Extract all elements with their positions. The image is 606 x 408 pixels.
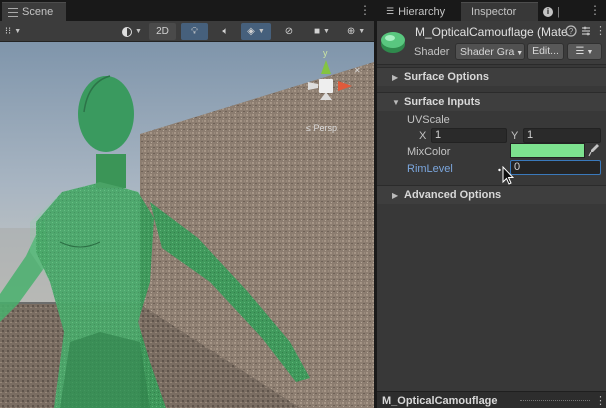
mixcolor-label: MixColor <box>407 146 451 158</box>
foldout-surface-inputs-label: Surface Inputs <box>404 96 481 108</box>
eyedropper-icon[interactable] <box>588 143 600 157</box>
grid-icon <box>8 7 18 17</box>
tab-inspector-label: Inspector <box>471 6 517 18</box>
shader-edit-button[interactable]: Edit... <box>527 43 564 60</box>
scene-viewport[interactable]: y ✕ ≤ Persp <box>0 42 374 408</box>
tab-scene-label: Scene <box>22 6 54 18</box>
globe-icon: ⊕ <box>346 26 356 37</box>
camera-icon: ■ <box>314 26 321 37</box>
mixcolor-color-field[interactable] <box>510 143 585 158</box>
scene-panel: Scene ⋮ ⁝⁝ ▼ ▼ 2D 💡︎ 🔈︎ ◈ ▼ ⊘ ■ ▼ ⊕ ▼ y … <box>0 0 374 408</box>
chevron-down-icon: ▼ <box>516 50 524 57</box>
scene-render[interactable]: y ✕ ≤ Persp <box>0 42 374 408</box>
list-icon: ☰ <box>386 6 395 16</box>
material-preview-icon <box>381 32 405 53</box>
scene-kebab-menu-icon[interactable]: ⋮ <box>359 4 371 16</box>
foldout-surface-options[interactable]: ▶ Surface Options <box>377 67 606 86</box>
foldout-surface-inputs[interactable]: ▼ Surface Inputs <box>377 92 606 111</box>
uvscale-x-label[interactable]: X <box>419 130 426 142</box>
uvscale-y-field[interactable]: 1 <box>523 128 601 143</box>
shader-list-button[interactable]: ☰ ▼ <box>567 43 602 60</box>
foldout-advanced-options-label: Advanced Options <box>404 189 502 201</box>
chevron-down-icon: ▼ <box>358 28 366 35</box>
material-kebab-menu-icon[interactable]: ⋮ <box>595 24 606 37</box>
toggle-2d-label: 2D <box>156 26 169 37</box>
tab-extra[interactable]: i | <box>537 2 569 21</box>
info-circle-icon: i <box>543 6 553 17</box>
inspector-bottom-bar: M_OpticalCamouflage ⋮ <box>377 391 606 408</box>
rimlevel-field[interactable]: 0 <box>510 160 601 175</box>
tab-scene[interactable]: Scene <box>2 2 66 21</box>
svg-text:?: ? <box>569 27 574 36</box>
foldout-surface-options-label: Surface Options <box>404 71 489 83</box>
tab-hierarchy-label: Hierarchy <box>398 5 446 18</box>
shader-dropdown[interactable]: Shader Gra ▼ <box>455 43 525 60</box>
dots-icon: ⁝⁝ <box>4 26 12 37</box>
scene-view-options-button[interactable]: ⁝⁝ ▼ <box>0 23 26 40</box>
resize-grip[interactable] <box>520 400 590 401</box>
uvscale-y-label[interactable]: Y <box>511 130 518 142</box>
gizmo-center-cube[interactable] <box>319 79 333 93</box>
inspector-panel: ☰ Hierarchy Inspector i | ⋮ M_OpticalCam… <box>377 0 606 408</box>
toggle-2d-button[interactable]: 2D <box>149 23 176 40</box>
layers-icon: ◈ <box>247 26 255 37</box>
camera-settings-button[interactable]: ■ ▼ <box>307 23 337 40</box>
tab-inspector[interactable]: Inspector <box>461 2 538 21</box>
effects-toggle-button[interactable]: ◈ ▼ <box>241 23 271 40</box>
gizmo-y-label: y <box>323 48 328 58</box>
material-name: M_OpticalCamouflage (Mate <box>415 25 568 39</box>
expanded-arrow-icon: ▼ <box>392 97 400 107</box>
shading-mode-icon <box>122 26 133 37</box>
chevron-down-icon: ▼ <box>257 28 265 35</box>
chevron-down-icon: ▼ <box>135 28 142 35</box>
scene-tab-bar: Scene ⋮ <box>0 0 374 21</box>
preset-icon[interactable] <box>580 25 592 37</box>
gizmo-projection-label[interactable]: ≤ Persp <box>306 123 337 133</box>
eye-hidden-icon: ⊘ <box>284 26 294 37</box>
uvscale-label: UVScale <box>407 114 450 126</box>
gizmos-button[interactable]: ⊕ ▼ <box>340 23 372 40</box>
tab-hierarchy[interactable]: ☰ Hierarchy <box>380 2 458 21</box>
mouse-cursor-icon <box>498 166 514 185</box>
chevron-down-icon: ▼ <box>586 49 594 56</box>
lighting-toggle-button[interactable]: 💡︎ <box>181 23 208 40</box>
collapsed-arrow-icon: ▶ <box>392 190 399 200</box>
scene-toolbar: ⁝⁝ ▼ ▼ 2D 💡︎ 🔈︎ ◈ ▼ ⊘ ■ ▼ ⊕ ▼ <box>0 21 374 42</box>
preview-material-name: M_OpticalCamouflage <box>382 395 498 407</box>
uvscale-x-field[interactable]: 1 <box>431 128 507 143</box>
collapsed-arrow-icon: ▶ <box>392 72 399 82</box>
preview-kebab-menu-icon[interactable]: ⋮ <box>595 394 606 407</box>
material-header: M_OpticalCamouflage (Mate ? ⋮ Shader Sha… <box>377 21 606 65</box>
inspector-kebab-menu-icon[interactable]: ⋮ <box>589 4 601 16</box>
list-icon: ☰ <box>575 46 585 57</box>
draw-mode-button[interactable]: ▼ <box>116 23 148 40</box>
lightbulb-icon: 💡︎ <box>191 26 198 37</box>
tab-extra-pipe-icon: | <box>557 5 560 18</box>
audio-toggle-button[interactable]: 🔈︎ <box>212 23 239 40</box>
chevron-down-icon: ▼ <box>14 28 22 35</box>
rimlevel-label: RimLevel <box>407 163 453 175</box>
scene-visibility-button[interactable]: ⊘ <box>275 23 303 40</box>
svg-text:✕: ✕ <box>354 66 361 75</box>
inspector-tab-bar: ☰ Hierarchy Inspector i | ⋮ <box>377 0 606 21</box>
shader-dropdown-value: Shader Gra <box>460 46 515 58</box>
chevron-down-icon: ▼ <box>323 28 330 35</box>
shader-label: Shader <box>414 46 450 58</box>
help-icon[interactable]: ? <box>565 25 577 37</box>
speaker-muted-icon: 🔈︎ <box>222 26 229 37</box>
foldout-advanced-options[interactable]: ▶ Advanced Options <box>377 185 606 204</box>
